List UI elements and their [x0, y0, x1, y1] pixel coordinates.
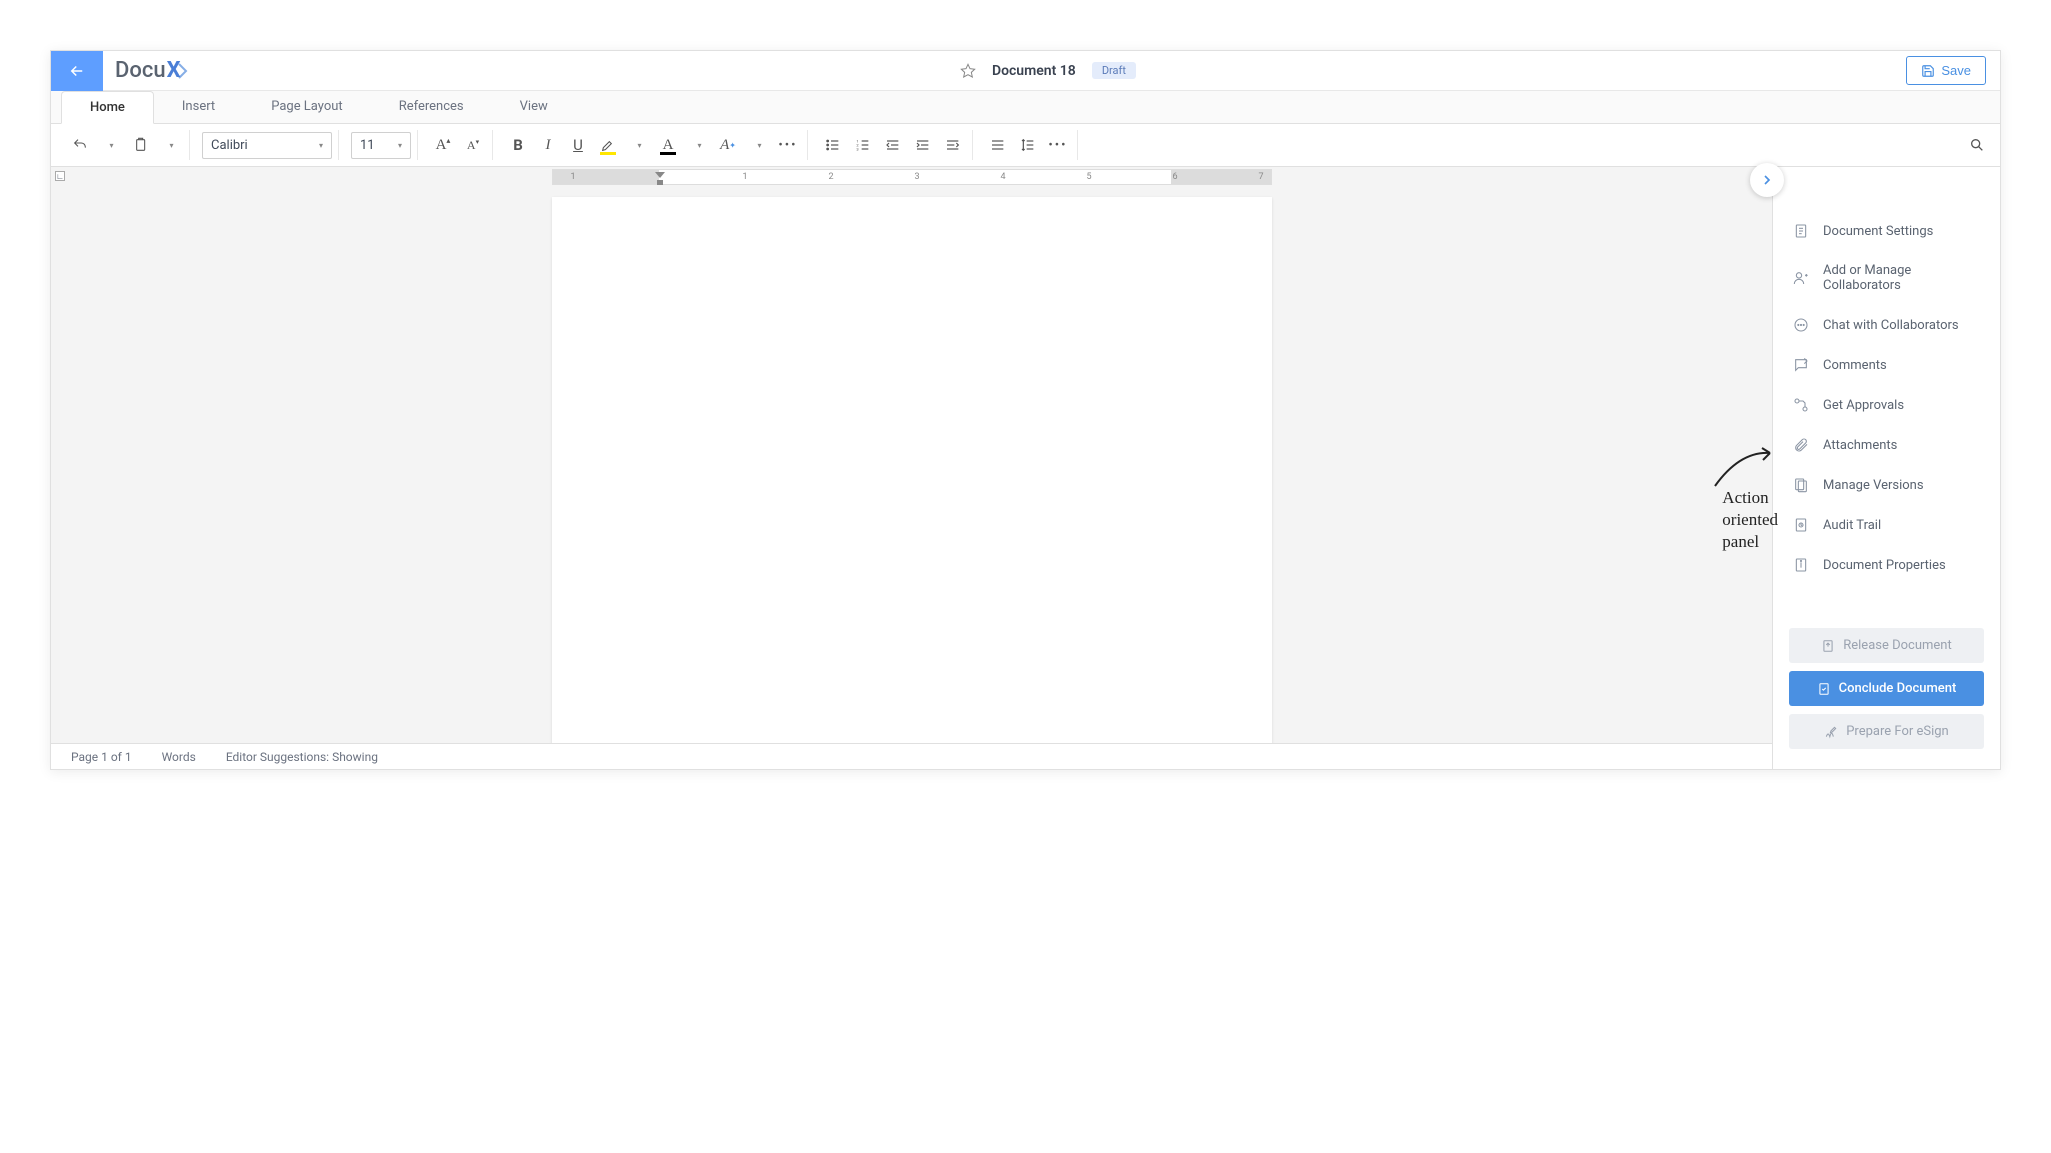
tab-view[interactable]: View — [492, 91, 576, 123]
annotation-arrow-icon — [1710, 441, 1780, 491]
header-center: Document 18 Draft — [190, 62, 1907, 79]
indent-button[interactable] — [910, 132, 936, 158]
app-logo: DocuX — [115, 58, 190, 83]
toolbar: Calibri▾ 11▾ A▴ A▾ B I U A A✦ ••• 123 — [51, 124, 2000, 167]
favorite-star-icon[interactable] — [960, 63, 976, 79]
highlight-dropdown[interactable] — [625, 132, 651, 158]
body: ∟ 1 1 2 3 4 5 6 7 — [51, 167, 2000, 769]
panel-footer: Release Document Conclude Document Prepa… — [1773, 628, 2000, 755]
number-list-button[interactable]: 123 — [850, 132, 876, 158]
more-paragraph-button[interactable]: ••• — [1045, 132, 1071, 158]
panel-item-collaborators[interactable]: Add or Manage Collaborators — [1773, 251, 2000, 305]
ribbon-tabs: Home Insert Page Layout References View — [51, 91, 2000, 124]
panel-item-chat[interactable]: Chat with Collaborators — [1773, 305, 2000, 345]
back-button[interactable] — [51, 51, 103, 91]
clear-format-button[interactable]: A✦ — [715, 132, 741, 158]
undo-dropdown[interactable] — [97, 132, 123, 158]
horizontal-ruler[interactable]: 1 1 2 3 4 5 6 7 — [552, 169, 1272, 185]
save-label: Save — [1941, 63, 1971, 78]
font-color-button[interactable]: A — [655, 132, 681, 158]
editor-suggestions[interactable]: Editor Suggestions: Showing — [226, 750, 378, 764]
annotation-text: Action oriented panel — [1722, 487, 1778, 553]
search-button[interactable] — [1964, 132, 1990, 158]
clear-format-dropdown[interactable] — [745, 132, 771, 158]
panel-item-attachments[interactable]: Attachments — [1773, 425, 2000, 465]
page-info[interactable]: Page 1 of 1 — [71, 750, 132, 764]
statusbar: Page 1 of 1 Words Editor Suggestions: Sh… — [51, 743, 1772, 769]
panel-item-approvals[interactable]: Get Approvals — [1773, 385, 2000, 425]
indent-right-button[interactable] — [940, 132, 966, 158]
logo-text: Docu — [115, 58, 166, 83]
panel-item-properties[interactable]: Document Properties — [1773, 545, 2000, 585]
line-spacing-button[interactable] — [1015, 132, 1041, 158]
more-font-button[interactable]: ••• — [775, 132, 801, 158]
underline-button[interactable]: U — [565, 132, 591, 158]
undo-button[interactable] — [67, 132, 93, 158]
right-panel: Document Settings Add or Manage Collabor… — [1772, 167, 2000, 769]
save-icon — [1921, 64, 1935, 78]
clipboard-dropdown[interactable] — [157, 132, 183, 158]
outdent-button[interactable] — [880, 132, 906, 158]
highlight-button[interactable] — [595, 132, 621, 158]
font-shrink-button[interactable]: A▾ — [460, 132, 486, 158]
tab-home[interactable]: Home — [61, 91, 154, 124]
editor-area: ∟ 1 1 2 3 4 5 6 7 — [51, 167, 1772, 769]
indent-marker-icon[interactable] — [655, 168, 665, 188]
status-badge: Draft — [1092, 62, 1136, 79]
panel-toggle-button[interactable] — [1750, 163, 1784, 197]
conclude-document-button[interactable]: Conclude Document — [1789, 671, 1984, 706]
panel-item-comments[interactable]: Comments — [1773, 345, 2000, 385]
release-document-button[interactable]: Release Document — [1789, 628, 1984, 663]
svg-text:3: 3 — [856, 146, 858, 151]
tab-page-layout[interactable]: Page Layout — [243, 91, 371, 123]
panel-item-document-settings[interactable]: Document Settings — [1773, 211, 2000, 251]
document-page[interactable] — [552, 197, 1272, 769]
panel-item-versions[interactable]: Manage Versions — [1773, 465, 2000, 505]
panel-item-audit-trail[interactable]: Audit Trail — [1773, 505, 2000, 545]
word-count[interactable]: Words — [162, 750, 196, 764]
logo-suffix: X — [167, 58, 181, 83]
document-title[interactable]: Document 18 — [992, 63, 1076, 79]
italic-button[interactable]: I — [535, 132, 561, 158]
font-size-select[interactable]: 11▾ — [351, 132, 411, 159]
font-family-select[interactable]: Calibri▾ — [202, 132, 332, 159]
align-button[interactable] — [985, 132, 1011, 158]
tab-insert[interactable]: Insert — [154, 91, 243, 123]
prepare-esign-button[interactable]: Prepare For eSign — [1789, 714, 1984, 749]
tab-references[interactable]: References — [371, 91, 492, 123]
font-color-dropdown[interactable] — [685, 132, 711, 158]
font-grow-button[interactable]: A▴ — [430, 132, 456, 158]
app-window: DocuX Document 18 Draft Save Home Insert… — [50, 50, 2001, 770]
bold-button[interactable]: B — [505, 132, 531, 158]
save-button[interactable]: Save — [1906, 56, 1986, 85]
header: DocuX Document 18 Draft Save — [51, 51, 2000, 91]
panel-list: Document Settings Add or Manage Collabor… — [1773, 181, 2000, 628]
ruler-corner-icon: ∟ — [55, 171, 65, 181]
chevron-right-icon — [1759, 172, 1775, 188]
bullet-list-button[interactable] — [820, 132, 846, 158]
clipboard-button[interactable] — [127, 132, 153, 158]
